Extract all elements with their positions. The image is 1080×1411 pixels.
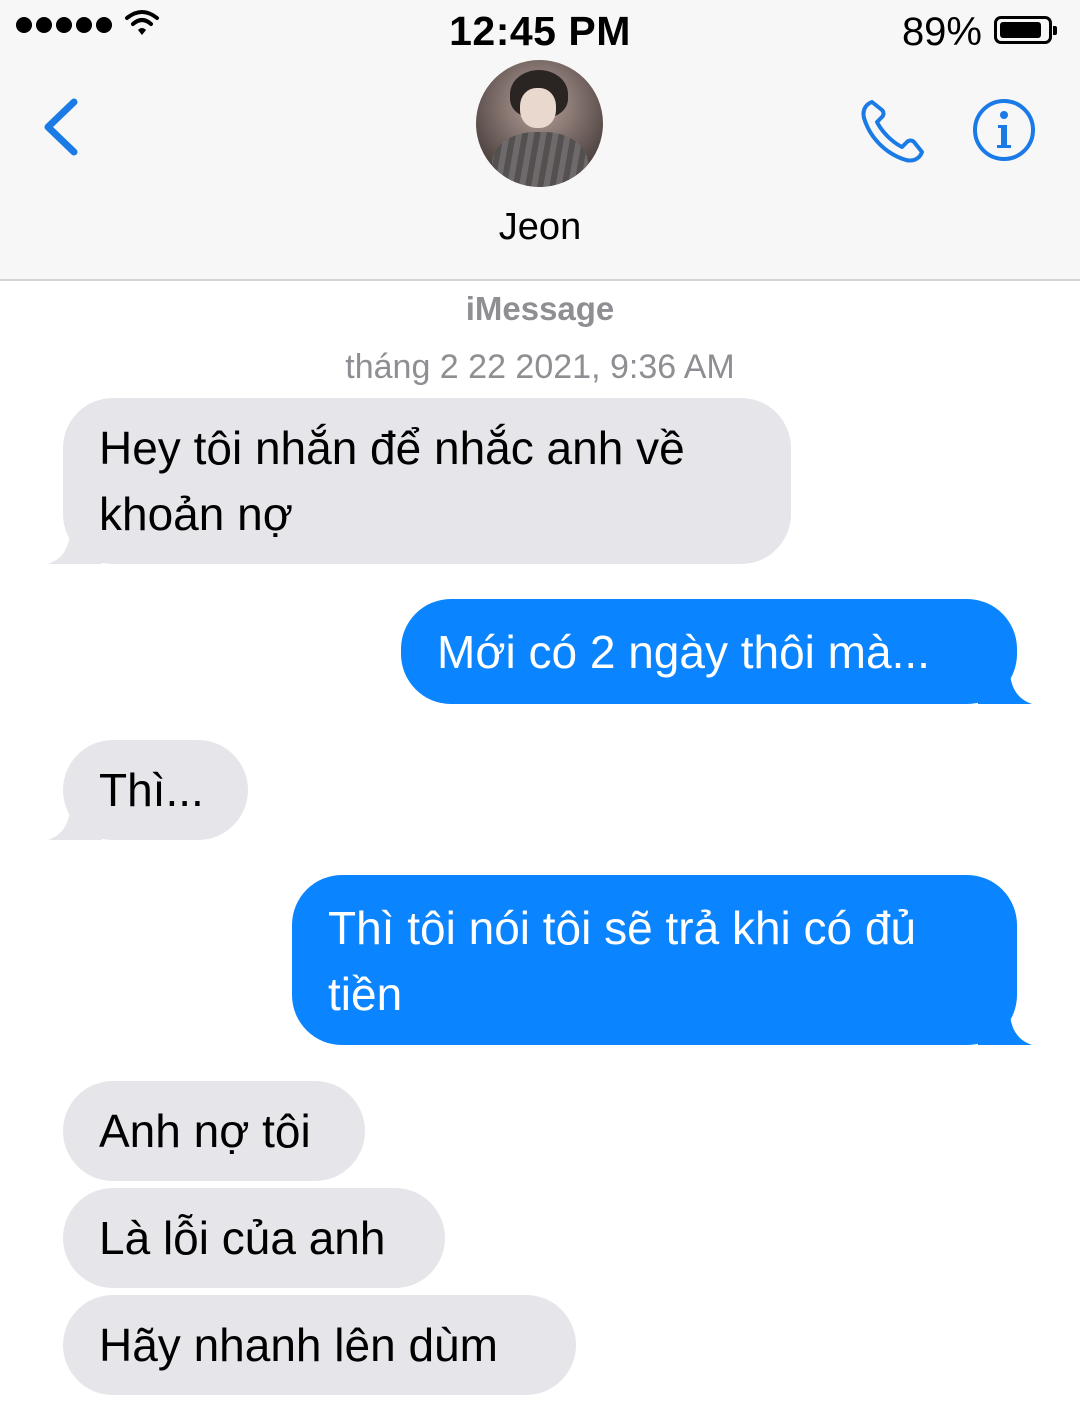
service-label: iMessage: [465, 290, 615, 327]
message-bubble-received[interactable]: Anh nợ tôi: [63, 1081, 365, 1181]
battery-icon: [994, 16, 1057, 44]
back-chevron-icon[interactable]: [38, 96, 86, 158]
phone-icon[interactable]: [858, 96, 928, 166]
message-text: Là lỗi của anh: [99, 1212, 386, 1264]
message-bubble-received[interactable]: Hãy nhanh lên dùm: [63, 1295, 576, 1395]
message-text: Anh nợ tôi: [99, 1105, 311, 1157]
message-bubble-received[interactable]: Là lỗi của anh: [63, 1188, 445, 1288]
message-text: Thì...: [99, 764, 204, 816]
message-bubble-received[interactable]: Hey tôi nhắn để nhắc anh về khoản nợ: [48, 398, 791, 564]
contact-avatar[interactable]: [476, 60, 603, 187]
battery-percentage: 89%: [901, 10, 982, 54]
contact-name[interactable]: Jeon: [0, 206, 1080, 249]
bubble-tail: [978, 999, 1032, 1045]
message-text: Thì tôi nói tôi sẽ trả khi có đủ tiền: [328, 902, 917, 1020]
bubble-tail: [48, 794, 102, 840]
status-bar: 12:45 PM 89%: [0, 0, 1080, 60]
message-bubble-received[interactable]: Thì...: [48, 740, 248, 840]
conversation-header: 12:45 PM 89% Jeon: [0, 0, 1080, 281]
message-bubble-sent[interactable]: Thì tôi nói tôi sẽ trả khi có đủ tiền: [292, 875, 1032, 1045]
message-text: Mới có 2 ngày thôi mà...: [437, 626, 930, 678]
message-text: Hey tôi nhắn để nhắc anh về khoản nợ: [99, 422, 685, 540]
info-icon[interactable]: [972, 98, 1036, 162]
message-text: Hãy nhanh lên dùm: [99, 1319, 498, 1371]
bubble-tail: [48, 518, 102, 564]
bubble-tail: [978, 658, 1032, 704]
message-timestamp: tháng 2 22 2021, 9:36 AM: [345, 348, 735, 386]
message-bubble-sent[interactable]: Mới có 2 ngày thôi mà...: [401, 599, 1032, 704]
